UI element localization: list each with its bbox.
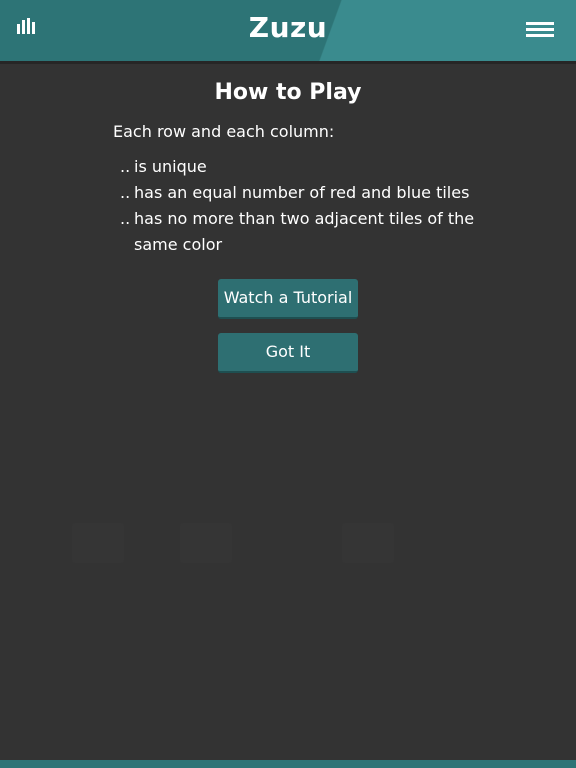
footer-bar (0, 760, 576, 768)
rule-prefix: .. (120, 183, 131, 202)
background-tile (72, 523, 124, 563)
watch-tutorial-button[interactable]: Watch a Tutorial (218, 279, 358, 319)
hamburger-menu-icon-bar (526, 28, 554, 31)
got-it-button[interactable]: Got It (218, 333, 358, 373)
app-title: Zuzu (248, 11, 328, 44)
rule-item: .. is unique (120, 154, 480, 180)
rule-text: has no more than two adjacent tiles of t… (134, 209, 475, 254)
rules-list: .. is unique .. has an equal number of r… (120, 154, 480, 258)
rules-intro: Each row and each column: (113, 122, 335, 141)
hamburger-menu-icon (526, 22, 554, 25)
app-header: Zuzu (0, 0, 576, 61)
rule-text: has an equal number of red and blue tile… (134, 183, 470, 202)
rule-item: .. has an equal number of red and blue t… (120, 180, 480, 206)
header-shadow (0, 61, 576, 64)
rule-prefix: .. (120, 157, 131, 176)
rule-item: .. has no more than two adjacent tiles o… (120, 206, 480, 258)
menu-button[interactable] (526, 22, 558, 40)
background-tile (342, 523, 394, 563)
background-tile (180, 523, 232, 563)
how-to-play-title: How to Play (214, 80, 362, 105)
hamburger-menu-icon-bar (526, 34, 554, 37)
rule-text: is unique (134, 157, 207, 176)
rule-prefix: .. (120, 209, 131, 228)
